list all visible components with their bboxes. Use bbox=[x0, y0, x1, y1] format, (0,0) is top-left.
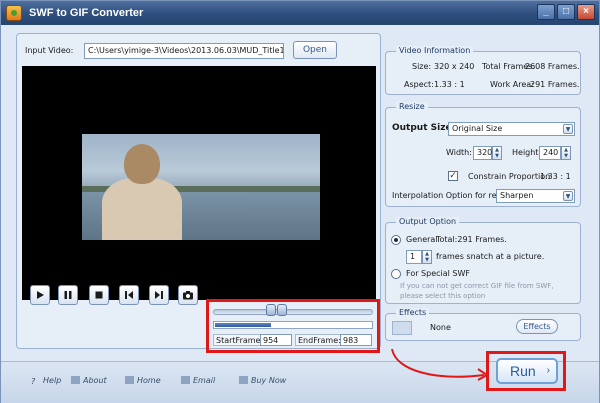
snapshot-icon bbox=[183, 291, 193, 300]
title-bar: SWF to GIF Converter _ □ × bbox=[1, 1, 599, 25]
resize-title: Resize bbox=[396, 102, 428, 111]
effects-value: None bbox=[430, 323, 451, 332]
home-link[interactable]: Home bbox=[125, 376, 161, 385]
interpolation-select[interactable]: Sharpen ▼ bbox=[496, 189, 575, 203]
general-label: General bbox=[406, 235, 438, 244]
email-link[interactable]: Email bbox=[181, 376, 215, 385]
app-window: SWF to GIF Converter _ □ × Input Video: … bbox=[0, 0, 600, 403]
height-label: Height: bbox=[512, 148, 542, 157]
home-label: Home bbox=[137, 376, 161, 385]
work-area-value: 291 Frames. bbox=[530, 80, 580, 89]
constrain-proportion-label: Constrain Proportion bbox=[468, 172, 551, 181]
output-size-value: Original Size bbox=[452, 124, 503, 133]
buy-now-label: Buy Now bbox=[251, 376, 287, 385]
pause-button[interactable] bbox=[58, 285, 78, 305]
effects-button[interactable]: Effects bbox=[516, 319, 558, 334]
snatch-stepper-icon[interactable]: ▲ ▼ bbox=[422, 250, 432, 264]
chevron-down-icon: ▼ bbox=[563, 191, 573, 201]
constrain-proportion-checkbox[interactable]: ✓ bbox=[448, 171, 458, 181]
home-icon bbox=[125, 376, 134, 384]
chevron-down-icon: ▼ bbox=[563, 124, 573, 134]
work-area-label: Work Area: bbox=[490, 80, 534, 89]
play-icon bbox=[37, 291, 44, 299]
interpolation-value: Sharpen bbox=[500, 191, 534, 200]
width-value: 320 bbox=[477, 148, 493, 157]
minimize-button[interactable]: _ bbox=[537, 4, 555, 20]
total-frames-value: 2608 Frames. bbox=[525, 62, 580, 71]
next-frame-button[interactable] bbox=[149, 285, 169, 305]
email-icon bbox=[181, 376, 190, 384]
snatch-label: frames snatch at a picture. bbox=[436, 252, 545, 261]
video-information-group: Video Information Size: 320 x 240 Total … bbox=[385, 46, 581, 95]
app-logo-icon bbox=[6, 5, 22, 21]
size-label: Size: bbox=[412, 62, 432, 71]
general-total: Total:291 Frames. bbox=[436, 235, 507, 244]
maximize-button[interactable]: □ bbox=[557, 4, 575, 20]
snatch-value: 1 bbox=[410, 252, 416, 261]
height-value: 240 bbox=[543, 148, 559, 157]
width-label: Width: bbox=[446, 148, 472, 157]
next-frame-icon bbox=[155, 291, 163, 299]
constrain-ratio-value: 1.33 : 1 bbox=[540, 172, 571, 181]
run-highlight bbox=[486, 351, 566, 391]
special-swf-hint-1: If you can not get correct GIF file from… bbox=[400, 282, 554, 290]
play-button[interactable] bbox=[30, 285, 50, 305]
close-button[interactable]: × bbox=[577, 4, 595, 20]
snatch-input[interactable]: 1 ▲ ▼ bbox=[406, 250, 432, 264]
annotation-arrow bbox=[391, 348, 489, 381]
stop-button[interactable] bbox=[89, 285, 109, 305]
open-button[interactable]: Open bbox=[293, 41, 337, 59]
effects-preview-icon bbox=[392, 321, 412, 335]
video-frame-image bbox=[82, 134, 320, 240]
aspect-label: Aspect: bbox=[404, 80, 434, 89]
about-label: About bbox=[83, 376, 107, 385]
cart-icon bbox=[239, 376, 248, 384]
about-icon bbox=[71, 376, 80, 384]
about-link[interactable]: About bbox=[71, 376, 107, 385]
size-value: 320 x 240 bbox=[434, 62, 475, 71]
effects-group: Effects None Effects bbox=[385, 308, 581, 341]
email-label: Email bbox=[193, 376, 216, 385]
question-icon: ? bbox=[31, 377, 36, 386]
help-link[interactable]: ? Help bbox=[31, 376, 62, 386]
snapshot-button[interactable] bbox=[178, 285, 198, 305]
special-swf-radio[interactable] bbox=[391, 269, 401, 279]
output-size-label: Output Size: bbox=[392, 123, 456, 133]
help-label: Help bbox=[43, 376, 62, 385]
height-input[interactable]: 240 ▲ ▼ bbox=[539, 146, 571, 160]
stop-icon bbox=[95, 291, 103, 299]
pause-icon bbox=[64, 291, 72, 299]
output-size-select[interactable]: Original Size ▼ bbox=[448, 122, 575, 136]
resize-group: Resize Output Size: Original Size ▼ Widt… bbox=[385, 102, 581, 207]
video-information-title: Video Information bbox=[396, 46, 474, 55]
width-input[interactable]: 320 ▲ ▼ bbox=[473, 146, 502, 160]
special-swf-hint-2: please select this option bbox=[400, 292, 486, 300]
aspect-value: 1.33 : 1 bbox=[434, 80, 465, 89]
output-option-group: Output Option General Total:291 Frames. … bbox=[385, 217, 581, 304]
special-swf-label: For Special SWF bbox=[406, 269, 470, 278]
window-title: SWF to GIF Converter bbox=[29, 7, 144, 19]
effects-title: Effects bbox=[396, 308, 430, 317]
buy-now-link[interactable]: Buy Now bbox=[239, 376, 286, 385]
general-radio[interactable] bbox=[391, 235, 401, 245]
height-stepper-icon[interactable]: ▲ ▼ bbox=[561, 146, 571, 160]
width-stepper-icon[interactable]: ▲ ▼ bbox=[492, 146, 502, 160]
video-preview bbox=[22, 66, 376, 300]
input-video-label: Input Video: bbox=[25, 46, 74, 55]
frame-range-highlight bbox=[206, 299, 380, 353]
prev-frame-button[interactable] bbox=[119, 285, 139, 305]
prev-frame-icon bbox=[125, 291, 133, 299]
output-option-title: Output Option bbox=[396, 217, 460, 226]
input-path-field[interactable]: C:\Users\yimige-3\Videos\2013.06.03\MUD_… bbox=[84, 43, 284, 59]
